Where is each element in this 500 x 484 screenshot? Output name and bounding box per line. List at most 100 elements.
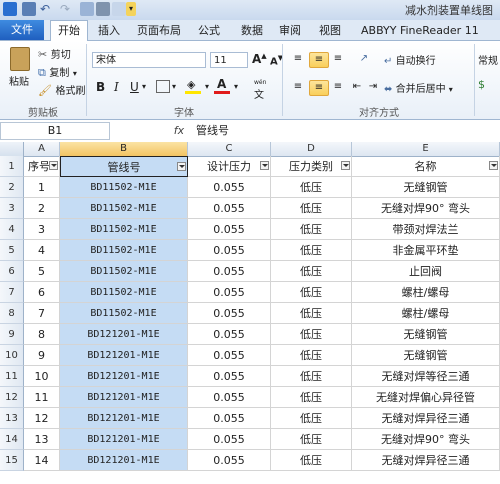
header-cell-pipeline[interactable]: 管线号 <box>60 156 188 177</box>
cell-pressure[interactable]: 0.055 <box>188 240 271 261</box>
cell-pipeline[interactable]: BD121201-M1E <box>60 324 188 345</box>
column-header-c[interactable]: C <box>188 142 271 156</box>
cell-pressure[interactable]: 0.055 <box>188 387 271 408</box>
font-color-button[interactable]: A <box>214 77 230 94</box>
cell-name[interactable]: 无缝对焊90° 弯头 <box>352 198 500 219</box>
cell-pipeline[interactable]: BD11502-M1E <box>60 198 188 219</box>
borders-icon[interactable] <box>156 80 170 93</box>
cell-pressure[interactable]: 0.055 <box>188 282 271 303</box>
align-top-icon[interactable]: ≡ <box>290 52 306 66</box>
cell-category[interactable]: 低压 <box>271 408 352 429</box>
row-header[interactable]: 14 <box>0 429 24 450</box>
row-header[interactable]: 12 <box>0 387 24 408</box>
row-header[interactable]: 11 <box>0 366 24 387</box>
font-size-select[interactable]: 11 <box>210 52 248 68</box>
cell-pipeline[interactable]: BD11502-M1E <box>60 177 188 198</box>
cell-name[interactable]: 无缝对焊等径三通 <box>352 366 500 387</box>
row-header-1[interactable]: 1 <box>0 156 24 177</box>
cell-category[interactable]: 低压 <box>271 303 352 324</box>
cell-name[interactable]: 止回阀 <box>352 261 500 282</box>
tab-review[interactable]: 审阅 <box>279 22 301 40</box>
row-header[interactable]: 4 <box>0 219 24 240</box>
font-name-select[interactable]: 宋体 <box>92 52 206 68</box>
merge-center-button[interactable]: ⬌ 合并后居中 ▾ <box>384 80 453 95</box>
increase-indent-icon[interactable]: ⇥ <box>366 80 380 94</box>
select-all-corner[interactable] <box>0 142 24 156</box>
cell-pipeline[interactable]: BD121201-M1E <box>60 408 188 429</box>
column-header-b[interactable]: B <box>60 142 188 156</box>
underline-button[interactable]: U <box>130 80 139 94</box>
cell-index[interactable]: 8 <box>24 324 60 345</box>
align-center-icon[interactable]: ≡ <box>309 80 329 96</box>
chevron-down-icon[interactable]: ▾ <box>172 82 176 91</box>
cell-pipeline[interactable]: BD121201-M1E <box>60 366 188 387</box>
copy-button[interactable]: ⧉ 复制 ▾ <box>38 64 77 79</box>
fill-color-button[interactable]: ◈ <box>185 78 201 94</box>
row-header[interactable]: 9 <box>0 324 24 345</box>
decrease-indent-icon[interactable]: ⇤ <box>350 80 364 94</box>
row-header[interactable]: 3 <box>0 198 24 219</box>
number-format-select[interactable]: 常规 <box>478 52 500 67</box>
cell-pressure[interactable]: 0.055 <box>188 324 271 345</box>
row-header[interactable]: 13 <box>0 408 24 429</box>
filter-dropdown-icon[interactable] <box>49 161 58 170</box>
cell-name[interactable]: 带颈对焊法兰 <box>352 219 500 240</box>
cell-pressure[interactable]: 0.055 <box>188 303 271 324</box>
cell-name[interactable]: 无缝对焊异径三通 <box>352 408 500 429</box>
cell-name[interactable]: 螺柱/螺母 <box>352 303 500 324</box>
redo-icon[interactable]: ↷ <box>60 2 74 16</box>
tab-abbyy[interactable]: ABBYY FineReader 11 <box>361 22 479 40</box>
cell-index[interactable]: 10 <box>24 366 60 387</box>
bold-button[interactable]: B <box>96 80 105 94</box>
cell-category[interactable]: 低压 <box>271 345 352 366</box>
row-header[interactable]: 8 <box>0 303 24 324</box>
cell-index[interactable]: 12 <box>24 408 60 429</box>
tab-formulas[interactable]: 公式 <box>198 22 220 40</box>
cell-pipeline[interactable]: BD11502-M1E <box>60 240 188 261</box>
cell-index[interactable]: 9 <box>24 345 60 366</box>
align-middle-icon[interactable]: ≡ <box>309 52 329 68</box>
paste-button[interactable]: 粘贴 <box>4 44 34 90</box>
cell-pressure[interactable]: 0.055 <box>188 408 271 429</box>
row-header[interactable]: 15 <box>0 450 24 471</box>
row-header[interactable]: 6 <box>0 261 24 282</box>
filter-dropdown-icon[interactable] <box>177 162 186 171</box>
cell-pressure[interactable]: 0.055 <box>188 345 271 366</box>
cell-category[interactable]: 低压 <box>271 450 352 471</box>
cell-category[interactable]: 低压 <box>271 261 352 282</box>
cell-pipeline[interactable]: BD11502-M1E <box>60 219 188 240</box>
cell-category[interactable]: 低压 <box>271 366 352 387</box>
save-icon[interactable] <box>22 2 36 16</box>
cell-index[interactable]: 6 <box>24 282 60 303</box>
cell-name[interactable]: 无缝对焊偏心异径管 <box>352 387 500 408</box>
row-header[interactable]: 10 <box>0 345 24 366</box>
cell-name[interactable]: 无缝对焊异径三通 <box>352 450 500 471</box>
cell-pressure[interactable]: 0.055 <box>188 177 271 198</box>
insert-function-icon[interactable]: fx <box>168 122 190 140</box>
phonetic-guide-button[interactable]: wén 文 <box>254 80 266 102</box>
tab-view[interactable]: 视图 <box>319 22 341 40</box>
chevron-down-icon[interactable]: ▾ <box>142 82 146 91</box>
cell-index[interactable]: 4 <box>24 240 60 261</box>
cell-pipeline[interactable]: BD11502-M1E <box>60 261 188 282</box>
cell-category[interactable]: 低压 <box>271 429 352 450</box>
cell-name[interactable]: 无缝钢管 <box>352 324 500 345</box>
grow-font-icon[interactable]: A▲ <box>252 52 267 66</box>
cell-pressure[interactable]: 0.055 <box>188 450 271 471</box>
name-box[interactable]: B1 <box>0 122 110 140</box>
tab-page-layout[interactable]: 页面布局 <box>137 22 181 40</box>
preview-icon[interactable] <box>112 2 126 16</box>
column-header-d[interactable]: D <box>271 142 352 156</box>
column-header-a[interactable]: A <box>24 142 60 156</box>
cell-category[interactable]: 低压 <box>271 240 352 261</box>
cell-index[interactable]: 11 <box>24 387 60 408</box>
cell-index[interactable]: 14 <box>24 450 60 471</box>
italic-button[interactable]: I <box>114 80 119 94</box>
cut-button[interactable]: ✂ 剪切 <box>38 46 71 61</box>
tab-data[interactable]: 数据 <box>241 22 263 40</box>
cell-pipeline[interactable]: BD121201-M1E <box>60 450 188 471</box>
row-header[interactable]: 2 <box>0 177 24 198</box>
format-painter-button[interactable]: 🖌 格式刷 <box>38 82 85 97</box>
cell-index[interactable]: 1 <box>24 177 60 198</box>
cell-pipeline[interactable]: BD121201-M1E <box>60 429 188 450</box>
